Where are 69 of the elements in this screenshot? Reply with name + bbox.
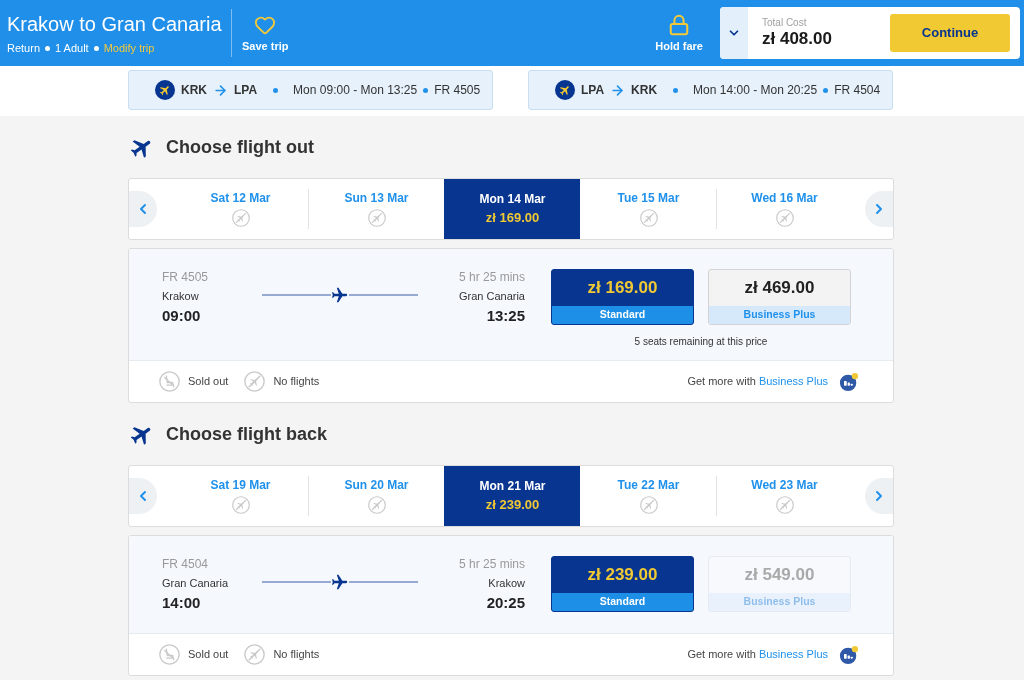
departure-time: 14:00 — [162, 593, 202, 613]
arrow-right-icon — [610, 82, 626, 98]
no-flights-icon — [367, 209, 386, 227]
passenger-count: 1 Adult — [55, 41, 89, 55]
destination-code: LPA — [234, 82, 258, 99]
seats-remaining-note: 5 seats remaining at this price — [634, 335, 768, 349]
expand-cost-button[interactable] — [720, 7, 748, 59]
save-trip-button[interactable]: Save trip — [242, 13, 289, 53]
no-flights-icon — [639, 496, 658, 514]
no-flights-icon — [231, 209, 250, 227]
origin-code: KRK — [181, 82, 207, 99]
flight-number: FR 4505 — [434, 82, 481, 99]
hold-fare-button[interactable]: Hold fare — [655, 13, 703, 53]
destination-city: Krakow — [488, 576, 525, 590]
flight-number: FR 4504 — [834, 82, 881, 99]
route-times: Mon 09:00 - Mon 13:25 — [293, 82, 418, 99]
upsell-text: Get more with Business Plus — [687, 647, 828, 663]
no-flights-icon — [231, 496, 250, 514]
modify-trip-link[interactable]: Modify trip — [103, 41, 155, 55]
business-badge-icon — [839, 371, 859, 392]
lock-icon — [668, 13, 691, 36]
section-title: Choose flight back — [166, 422, 327, 446]
previous-dates-button[interactable] — [129, 191, 157, 227]
origin-code: LPA — [581, 82, 605, 99]
business-plus-link[interactable]: Business Plus — [758, 648, 828, 661]
date-tab[interactable]: Mon 14 Mar zł 169.00 — [444, 179, 580, 239]
route-times: Mon 14:00 - Mon 20:25 — [693, 82, 818, 99]
previous-dates-button[interactable] — [129, 478, 157, 514]
departure-time: 09:00 — [162, 306, 202, 326]
next-dates-button[interactable] — [865, 191, 893, 227]
no-flights-icon — [244, 644, 266, 665]
airplane-badge-icon — [555, 80, 575, 100]
flight-duration: 5 hr 25 mins — [458, 556, 525, 572]
flight-duration: 5 hr 25 mins — [458, 269, 525, 285]
arrival-time: 20:25 — [486, 593, 525, 613]
no-flights-icon — [775, 209, 794, 227]
arrival-time: 13:25 — [486, 306, 525, 326]
no-flights-icon — [367, 496, 386, 514]
sold-out-seat-icon — [159, 644, 180, 665]
legend-label: Sold out — [188, 374, 229, 390]
fare-option[interactable]: zł 239.00 Standard — [551, 556, 694, 612]
business-plus-link[interactable]: Business Plus — [758, 375, 828, 388]
no-flights-icon — [639, 209, 658, 227]
fare-option[interactable]: zł 169.00 Standard — [551, 269, 694, 325]
flight-number: FR 4504 — [162, 556, 210, 572]
trip-type: Return — [7, 41, 41, 55]
fare-option[interactable]: zł 469.00 Business Plus — [708, 269, 851, 325]
business-badge-icon — [839, 644, 859, 665]
total-cost-label: Total Cost — [762, 17, 808, 29]
section-title: Choose flight out — [166, 135, 314, 159]
airplane-badge-icon — [155, 80, 175, 100]
origin-city: Krakow — [162, 289, 200, 303]
legend-label: No flights — [273, 647, 320, 663]
next-dates-button[interactable] — [865, 478, 893, 514]
trip-title: Krakow to Gran Canaria — [7, 11, 223, 36]
flight-number: FR 4505 — [162, 269, 210, 285]
total-cost-amount: zł 408.00 — [762, 29, 833, 49]
no-flights-icon — [775, 496, 794, 514]
legend-label: Sold out — [188, 647, 229, 663]
upsell-text: Get more with Business Plus — [687, 374, 828, 390]
sold-out-seat-icon — [159, 371, 180, 392]
date-tab[interactable]: Mon 21 Mar zł 239.00 — [444, 466, 580, 526]
legend-label: No flights — [273, 374, 320, 390]
arrow-right-icon — [213, 82, 228, 98]
destination-city: Gran Canaria — [458, 289, 525, 303]
no-flights-icon — [244, 371, 266, 392]
origin-city: Gran Canaria — [162, 576, 230, 590]
continue-button[interactable]: Continue — [890, 14, 1010, 52]
destination-code: KRK — [631, 82, 658, 99]
